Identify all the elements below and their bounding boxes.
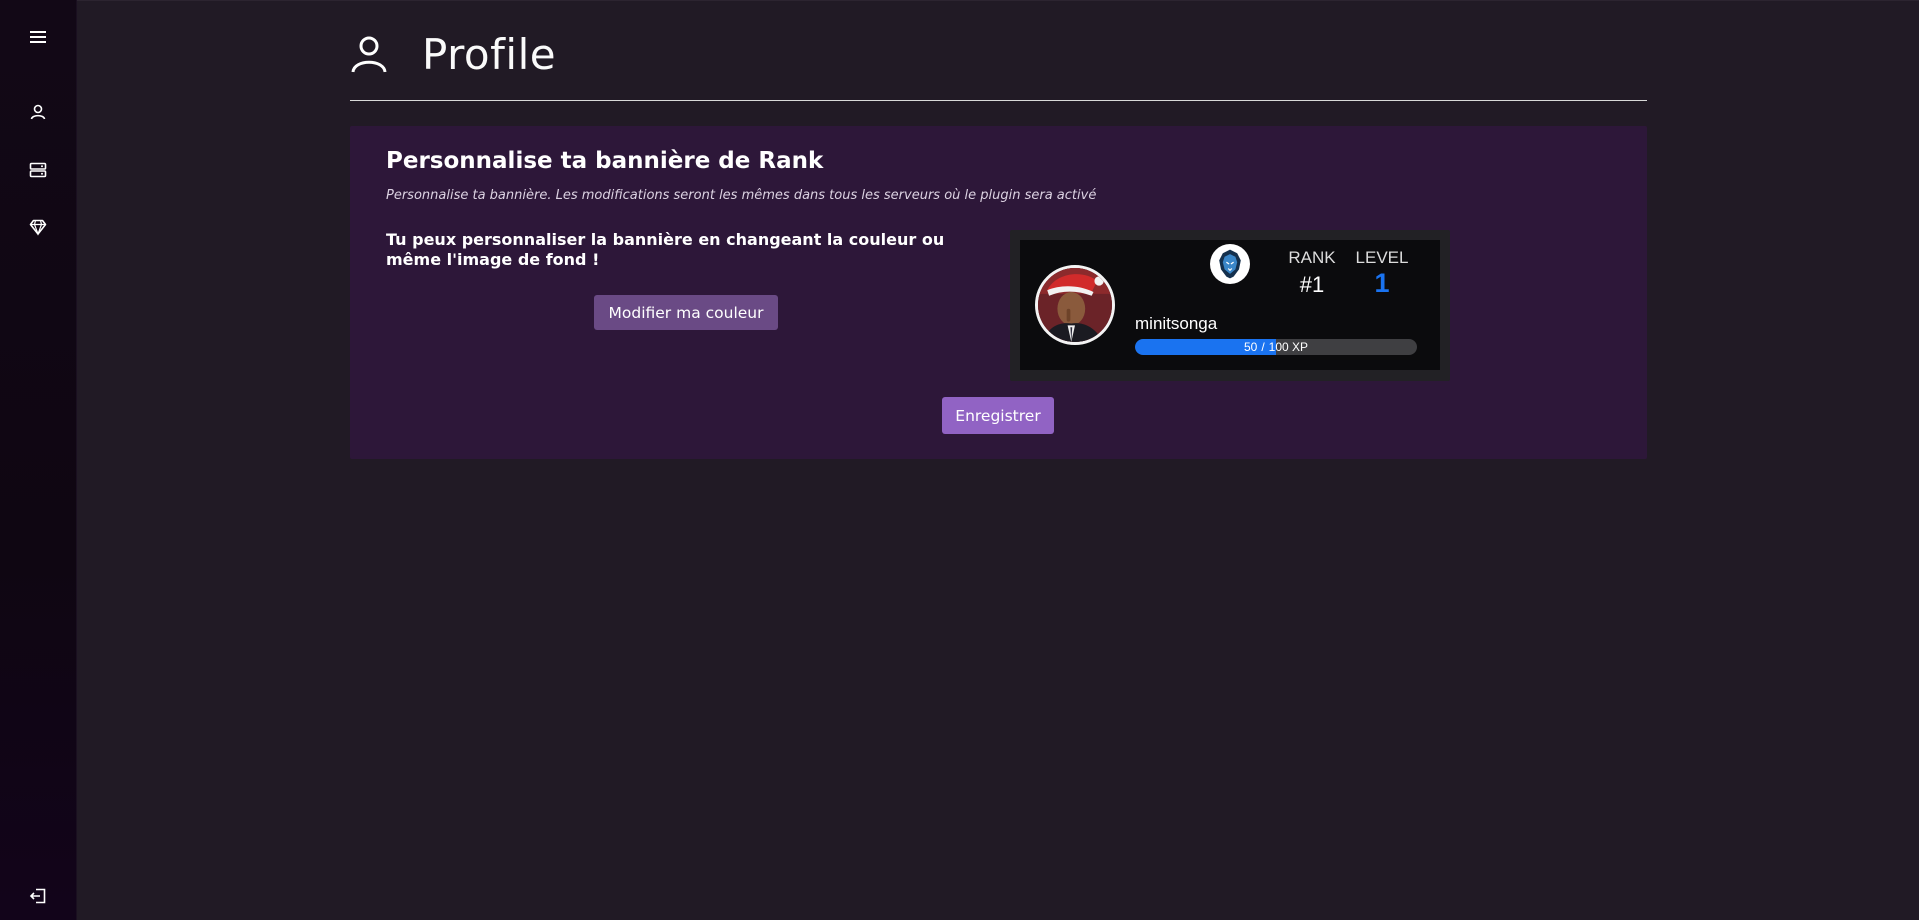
page-header: Profile [350,28,1647,102]
card-subtitle: Personnalise ta bannière. Les modificati… [386,188,1097,203]
username: minitsonga [1135,314,1218,333]
avatar [1035,265,1115,345]
rank-banner-preview: RANK #1 LEVEL 1 minitsonga 50 / 100 XP [1010,230,1450,381]
user-icon [350,34,388,74]
xp-current: 50 [1243,340,1258,354]
rank-banner-card: Personnalise ta bannière de Rank Personn… [350,126,1647,459]
rank-label: RANK [1288,248,1336,267]
menu-icon[interactable] [25,24,51,50]
logout-icon[interactable] [25,883,51,909]
diamond-icon[interactable] [25,214,51,240]
rank-value: #1 [1299,272,1325,297]
card-title: Personnalise ta bannière de Rank [386,148,824,174]
xp-separator: / [1261,340,1265,354]
card-description: Tu peux personnaliser la bannière en cha… [386,230,945,269]
page-title: Profile [422,30,557,79]
change-color-button[interactable]: Modifier ma couleur [594,295,778,330]
sidebar [0,0,77,920]
user-icon[interactable] [25,99,51,125]
header-divider [350,100,1647,101]
rank-banner: RANK #1 LEVEL 1 minitsonga 50 / 100 XP [1020,240,1440,370]
level-label: LEVEL [1355,248,1409,267]
level-value: 1 [1374,268,1390,298]
lion-logo-icon [1210,244,1250,284]
xp-text: 50 / 100 XP [1135,339,1417,355]
save-button[interactable]: Enregistrer [942,397,1054,434]
xp-progress-bar: 50 / 100 XP [1135,339,1417,355]
top-border [77,0,1919,1]
server-icon[interactable] [25,157,51,183]
xp-total: 100 XP [1268,340,1309,354]
